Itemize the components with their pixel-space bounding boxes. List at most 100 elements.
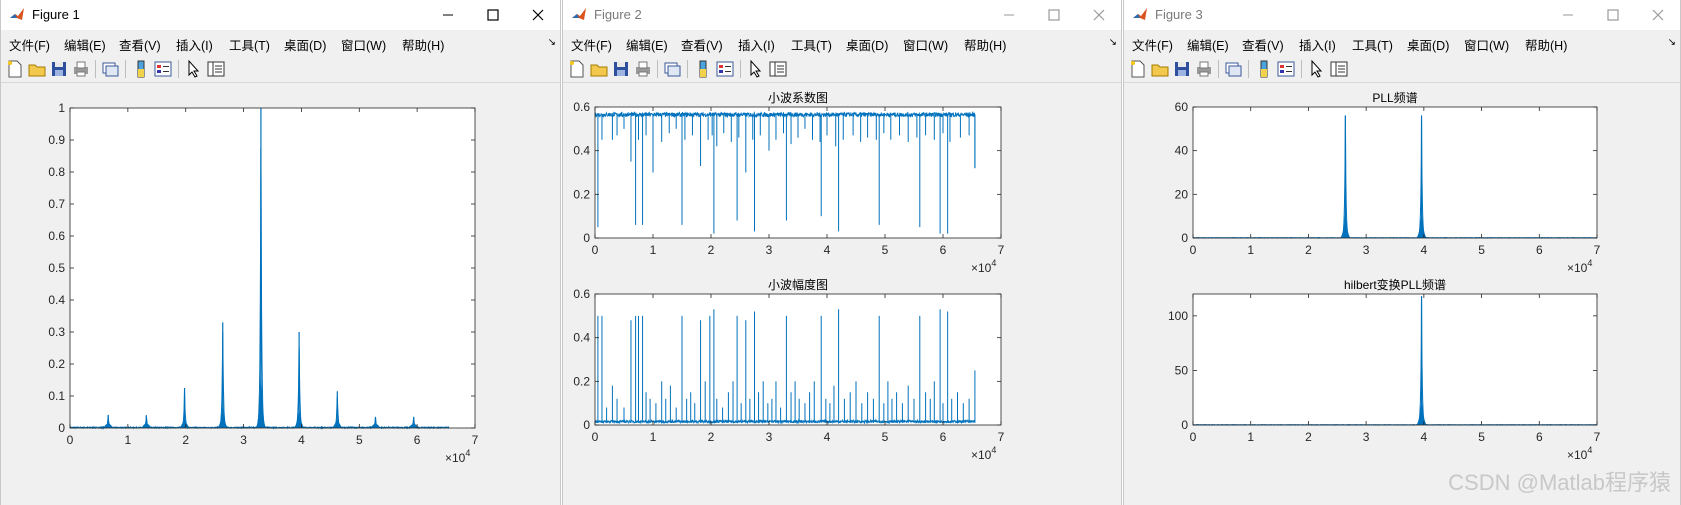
maximize-button[interactable] — [1032, 0, 1076, 30]
figure-2-plot[interactable]: 0 1 2 3 4 5 6 700.20.40.6×104小波系数图0 1 2 3 4 5 6 700.20… — [563, 84, 1122, 505]
property-editor-icon[interactable] — [768, 59, 788, 79]
open-file-icon[interactable] — [27, 59, 47, 79]
window-title: Figure 3 — [1155, 7, 1203, 22]
menu-insert[interactable]: 插入(I) — [738, 35, 775, 54]
menu-file[interactable]: 文件(F) — [571, 35, 612, 54]
fig3b-axes[interactable]: 0 1 2 3 4 5 6 7 0 50 100 ×104 hilbert变换PLL频谱 — [1168, 277, 1601, 462]
menu-window[interactable]: 窗口(W) — [1464, 35, 1509, 54]
menu-insert[interactable]: 插入(I) — [1299, 35, 1336, 54]
y-tick-label: 50 — [1175, 363, 1189, 377]
x-tick-label: 2 — [708, 430, 715, 444]
legend-icon[interactable] — [715, 59, 735, 79]
fig2b-title: 小波幅度图 — [768, 277, 828, 292]
menu-insert[interactable]: 插入(I) — [176, 35, 213, 54]
save-icon[interactable] — [49, 59, 69, 79]
menu-edit[interactable]: 编辑(E) — [626, 35, 668, 54]
menu-help[interactable]: 帮助(H) — [964, 35, 1006, 54]
menu-desktop[interactable]: 桌面(D) — [284, 35, 326, 54]
print-icon[interactable] — [633, 59, 653, 79]
minimize-icon — [443, 14, 453, 16]
print-icon[interactable] — [71, 59, 91, 79]
x-tick-label: 7 — [1594, 243, 1601, 257]
minimize-button[interactable] — [987, 0, 1031, 30]
menu-view[interactable]: 查看(V) — [119, 35, 161, 54]
menu-bar: 文件(F) 编辑(E) 查看(V) 插入(I) 工具(T) 桌面(D) 窗口(W… — [1124, 31, 1680, 54]
title-bar[interactable]: Figure 1 — [1, 0, 560, 30]
menu-file[interactable]: 文件(F) — [9, 35, 50, 54]
print-icon[interactable] — [1194, 59, 1214, 79]
close-button[interactable] — [516, 0, 560, 30]
figure-window-3: Figure 3 文件(F) 编辑(E) 查看(V) 插入(I) 工具(T) 桌… — [1123, 0, 1681, 505]
link-plot-icon[interactable] — [100, 59, 120, 79]
menu-desktop[interactable]: 桌面(D) — [1407, 35, 1449, 54]
y-tick-label: 20 — [1175, 187, 1189, 201]
minimize-button[interactable] — [1546, 0, 1590, 30]
menu-help[interactable]: 帮助(H) — [402, 35, 444, 54]
maximize-button[interactable] — [1591, 0, 1635, 30]
title-bar[interactable]: Figure 2 — [563, 0, 1121, 30]
y-tick-label: 60 — [1175, 100, 1189, 114]
y-tick-label: 0.9 — [48, 133, 65, 147]
x-tick-label: 1 — [1247, 243, 1254, 257]
minimize-button[interactable] — [426, 0, 470, 30]
property-editor-icon[interactable] — [1329, 59, 1349, 79]
legend-icon[interactable] — [1276, 59, 1296, 79]
menu-overflow-icon[interactable]: ↘ — [1109, 37, 1117, 48]
menu-window[interactable]: 窗口(W) — [903, 35, 948, 54]
menu-help[interactable]: 帮助(H) — [1525, 35, 1567, 54]
pointer-icon[interactable] — [184, 59, 204, 79]
figure-3-plot[interactable]: 0 1 2 3 4 5 6 7 0 20 40 60 ×104 PLL频谱 0 1 2 3 4 5 6 7 0 50 100 ×1… — [1124, 84, 1681, 505]
open-file-icon[interactable] — [589, 59, 609, 79]
open-file-icon[interactable] — [1150, 59, 1170, 79]
figure-1-plot[interactable]: 0 1 2 3 4 5 6 7 0 0.1 0.2 0.3 0.4 0.5 0.6 0.7 0.8 0.9 1 ×10… — [1, 84, 561, 505]
y-tick-label: 0 — [1181, 231, 1188, 245]
close-button[interactable] — [1077, 0, 1121, 30]
minimize-icon — [1004, 14, 1014, 16]
title-bar[interactable]: Figure 3 — [1124, 0, 1680, 30]
link-plot-icon[interactable] — [1223, 59, 1243, 79]
colorbar-icon[interactable] — [1254, 59, 1274, 79]
save-icon[interactable] — [1172, 59, 1192, 79]
fig3a-axes[interactable]: 0 1 2 3 4 5 6 7 0 20 40 60 ×104 PLL频谱 — [1175, 91, 1601, 275]
new-figure-icon[interactable] — [1128, 59, 1148, 79]
fig2a-axes[interactable]: 0 1 2 3 4 5 6 7 0 0.2 0.4 0.6 ×104 小波系数图 — [573, 90, 1004, 275]
menu-edit[interactable]: 编辑(E) — [64, 35, 106, 54]
menu-edit[interactable]: 编辑(E) — [1187, 35, 1229, 54]
menu-view[interactable]: 查看(V) — [681, 35, 723, 54]
fig1-axes[interactable]: 0 1 2 3 4 5 6 7 0 0.1 0.2 0.3 0.4 0.5 0.6 0.7 0.8 0.9 1 ×10… — [48, 101, 478, 465]
colorbar-icon[interactable] — [131, 59, 151, 79]
y-tick-label: 0.6 — [48, 229, 65, 243]
y-tick-label: 0.3 — [48, 325, 65, 339]
colorbar-icon[interactable] — [693, 59, 713, 79]
x-tick-label: 4 — [298, 433, 305, 447]
matlab-logo-icon — [572, 8, 586, 20]
x-tick-label: 0 — [592, 243, 599, 257]
menu-window[interactable]: 窗口(W) — [341, 35, 386, 54]
property-editor-icon[interactable] — [206, 59, 226, 79]
y-tick-label: 0.4 — [573, 331, 590, 345]
close-button[interactable] — [1636, 0, 1680, 30]
menu-tools[interactable]: 工具(T) — [1352, 35, 1393, 54]
menu-overflow-icon[interactable]: ↘ — [1668, 37, 1676, 48]
x-tick-label: 3 — [766, 243, 773, 257]
link-plot-icon[interactable] — [662, 59, 682, 79]
pointer-icon[interactable] — [746, 59, 766, 79]
maximize-button[interactable] — [471, 0, 515, 30]
menu-tools[interactable]: 工具(T) — [229, 35, 270, 54]
new-figure-icon[interactable] — [567, 59, 587, 79]
figure-window-2: Figure 2 文件(F) 编辑(E) 查看(V) 插入(I) 工具(T) 桌… — [562, 0, 1122, 505]
menu-file[interactable]: 文件(F) — [1132, 35, 1173, 54]
y-tick-label: 0 — [58, 421, 65, 435]
menu-overflow-icon[interactable]: ↘ — [548, 37, 556, 48]
menu-desktop[interactable]: 桌面(D) — [846, 35, 888, 54]
menu-tools[interactable]: 工具(T) — [791, 35, 832, 54]
matlab-logo-icon — [10, 8, 24, 20]
new-figure-icon[interactable] — [5, 59, 25, 79]
legend-icon[interactable] — [153, 59, 173, 79]
maximize-icon — [487, 9, 499, 21]
save-icon[interactable] — [611, 59, 631, 79]
y-tick-label: 0.5 — [48, 261, 65, 275]
menu-view[interactable]: 查看(V) — [1242, 35, 1284, 54]
fig2b-axes[interactable]: 0 1 2 3 4 5 6 7 0 0.2 0.4 0.6 ×104 小波幅度图 — [573, 277, 1004, 462]
pointer-icon[interactable] — [1307, 59, 1327, 79]
